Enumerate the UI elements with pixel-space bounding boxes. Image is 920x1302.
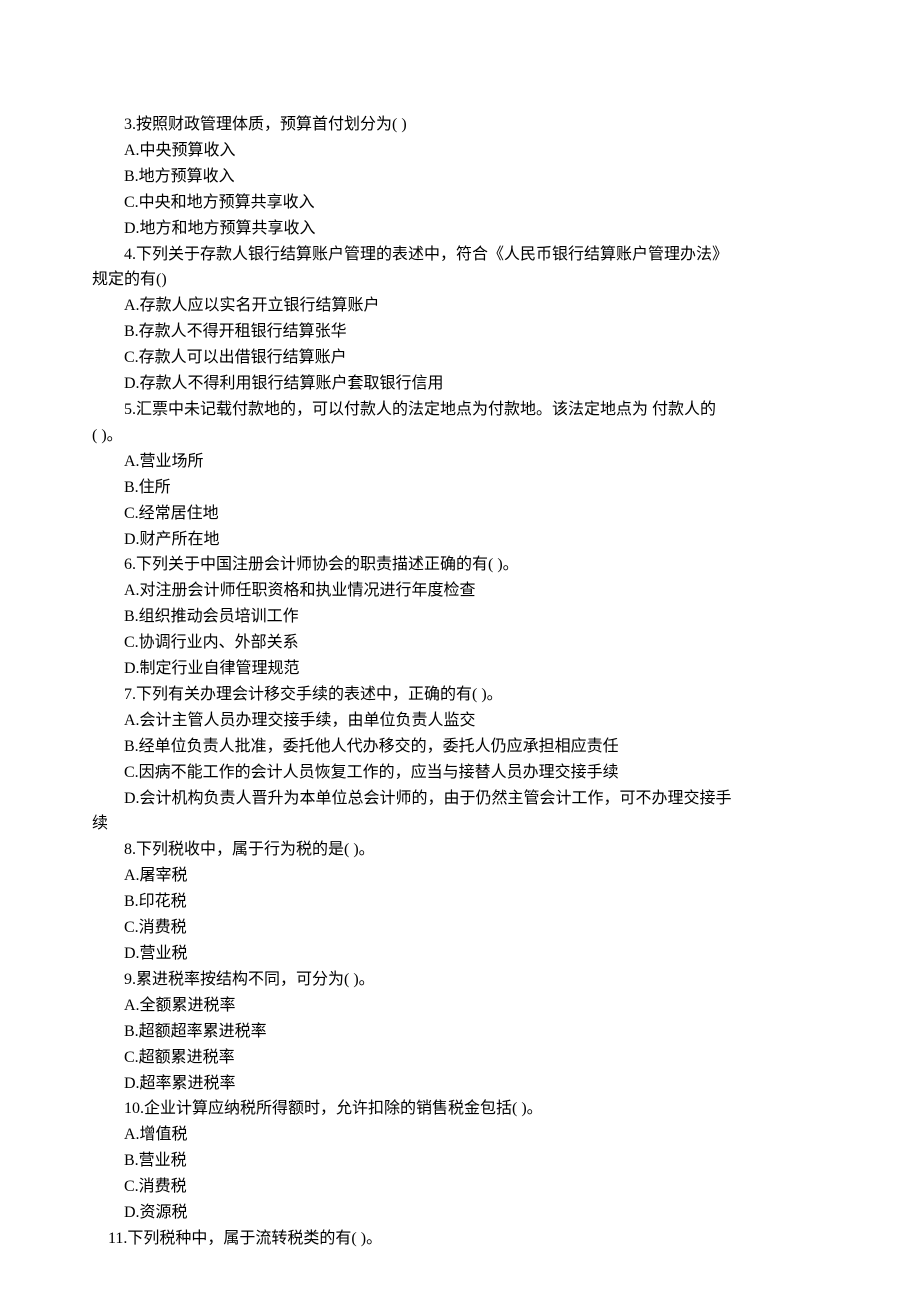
q10-option-b: B.营业税 (92, 1148, 828, 1174)
q6-option-c: C.协调行业内、外部关系 (92, 630, 828, 656)
q4-option-a: A.存款人应以实名开立银行结算账户 (92, 293, 828, 319)
q7-option-c: C.因病不能工作的会计人员恢复工作的，应当与接替人员办理交接手续 (92, 760, 828, 786)
q4-option-b: B.存款人不得开租银行结算张华 (92, 319, 828, 345)
q3-stem: 3.按照财政管理体质，预算首付划分为( ) (92, 112, 828, 138)
q10-option-c: C.消费税 (92, 1174, 828, 1200)
q3-option-b: B.地方预算收入 (92, 164, 828, 190)
q4-continuation: 规定的有() (92, 267, 828, 293)
q5-continuation: ( )。 (92, 423, 828, 449)
q10-option-a: A.增值税 (92, 1122, 828, 1148)
q7-tail: 续 (92, 811, 828, 837)
q4-option-c: C.存款人可以出借银行结算账户 (92, 345, 828, 371)
q5-option-b: B.住所 (92, 475, 828, 501)
q10-stem: 10.企业计算应纳税所得额时，允许扣除的销售税金包括( )。 (92, 1096, 828, 1122)
q8-option-a: A.屠宰税 (92, 863, 828, 889)
q6-stem: 6.下列关于中国注册会计师协会的职责描述正确的有( )。 (92, 552, 828, 578)
q4-stem: 4.下列关于存款人银行结算账户管理的表述中，符合《人民币银行结算账户管理办法》 (92, 242, 828, 268)
q7-option-d: D.会计机构负责人晋升为本单位总会计师的，由于仍然主管会计工作，可不办理交接手 (92, 786, 828, 812)
q6-option-d: D.制定行业自律管理规范 (92, 656, 828, 682)
q8-option-c: C.消费税 (92, 915, 828, 941)
q3-option-d: D.地方和地方预算共享收入 (92, 216, 828, 242)
q9-option-b: B.超额超率累进税率 (92, 1019, 828, 1045)
q8-stem: 8.下列税收中，属于行为税的是( )。 (92, 837, 828, 863)
q11-stem: 11.下列税种中，属于流转税类的有( )。 (92, 1226, 828, 1252)
q9-option-a: A.全额累进税率 (92, 993, 828, 1019)
q3-option-a: A.中央预算收入 (92, 138, 828, 164)
q8-option-d: D.营业税 (92, 941, 828, 967)
q9-stem: 9.累进税率按结构不同，可分为( )。 (92, 967, 828, 993)
q3-option-c: C.中央和地方预算共享收入 (92, 190, 828, 216)
q8-option-b: B.印花税 (92, 889, 828, 915)
q7-option-a: A.会计主管人员办理交接手续，由单位负责人监交 (92, 708, 828, 734)
q9-option-d: D.超率累进税率 (92, 1071, 828, 1097)
q5-stem: 5.汇票中未记载付款地的，可以付款人的法定地点为付款地。该法定地点为 付款人的 (92, 397, 828, 423)
q5-option-d: D.财产所在地 (92, 527, 828, 553)
q10-option-d: D.资源税 (92, 1200, 828, 1226)
q5-option-c: C.经常居住地 (92, 501, 828, 527)
q6-option-b: B.组织推动会员培训工作 (92, 604, 828, 630)
q6-option-a: A.对注册会计师任职资格和执业情况进行年度检查 (92, 578, 828, 604)
q5-option-a: A.营业场所 (92, 449, 828, 475)
q7-option-b: B.经单位负责人批准，委托他人代办移交的，委托人仍应承担相应责任 (92, 734, 828, 760)
q9-option-c: C.超额累进税率 (92, 1045, 828, 1071)
q7-stem: 7.下列有关办理会计移交手续的表述中，正确的有( )。 (92, 682, 828, 708)
q4-option-d: D.存款人不得利用银行结算账户套取银行信用 (92, 371, 828, 397)
